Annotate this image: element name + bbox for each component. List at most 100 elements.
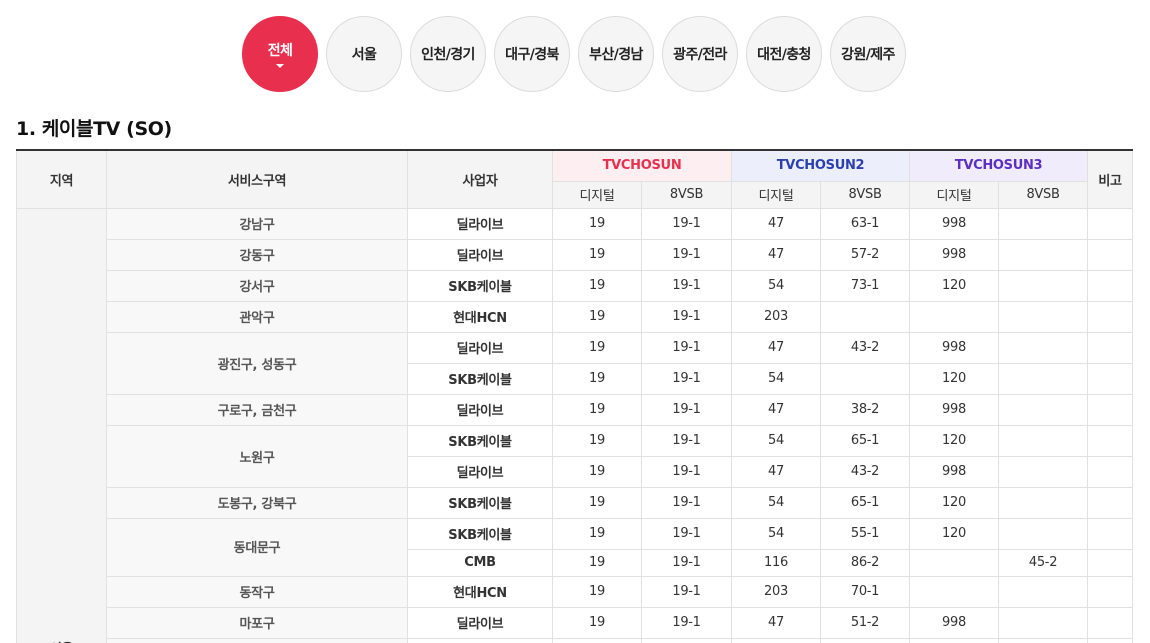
note-cell [1087, 548, 1134, 577]
operator-cell: SKB케이블 [407, 517, 553, 550]
note-cell [1087, 300, 1134, 333]
service-area-cell: 관악구 [106, 300, 408, 333]
header-note: 비고 [1087, 149, 1134, 209]
header-8vsb: 8VSB [641, 180, 732, 209]
tvchosun3-digital-cell: 998 [909, 606, 1000, 639]
region-tab-label: 서울 [351, 47, 377, 63]
table-row: 관악구 현대HCN 19 19-1 203 [17, 300, 1134, 333]
table-row: 동작구 현대HCN 19 19-1 203 70-1 [17, 575, 1134, 608]
table-row: 동대문구 SKB케이블 19 19-1 54 55-1 120 [17, 517, 1134, 577]
tvchosun2-8vsb-cell: 43-2 [819, 455, 911, 488]
note-cell [1087, 637, 1134, 643]
header-digital: 디지털 [552, 180, 642, 209]
operator-cell: SKB케이블 [407, 486, 553, 519]
tvchosun2-digital-cell: 54 [731, 486, 821, 519]
tvchosun3-8vsb-cell [998, 517, 1089, 550]
tvchosun3-digital-cell: 120 [909, 517, 1000, 550]
tvchosun2-digital-cell: 203 [731, 575, 821, 608]
tvchosun2-digital-cell [731, 637, 821, 643]
table-row: 강서구 SKB케이블 19 19-1 54 73-1 120 [17, 269, 1134, 302]
operator-cell [407, 637, 553, 643]
tvchosun3-digital-cell: 120 [909, 269, 1000, 302]
operator-cell: 딜라이브 [407, 393, 553, 426]
region-tab-gwangju-jeolla[interactable]: 광주/전라 [662, 16, 738, 92]
tvchosun3-8vsb-cell [998, 362, 1089, 395]
tvchosun3-digital-cell [909, 300, 1000, 333]
operator-cell: 딜라이브 [407, 207, 553, 240]
service-area-cell: 마포구 [106, 606, 408, 639]
tvchosun-digital-cell: 19 [552, 548, 642, 577]
tvchosun-digital-cell: 19 [552, 517, 642, 550]
table-row: 도봉구, 강북구 SKB케이블 19 19-1 54 65-1 120 [17, 486, 1134, 519]
region-tab-all[interactable]: 전체 [242, 16, 318, 92]
header-tvchosun3: TVCHOSUN3 [909, 149, 1089, 182]
note-cell [1087, 207, 1134, 240]
region-tab-seoul[interactable]: 서울 [326, 16, 402, 92]
note-cell [1087, 238, 1134, 271]
tvchosun3-digital-cell [909, 548, 1000, 577]
service-area-cell: 동대문구 [106, 517, 408, 577]
tvchosun2-8vsb-cell [819, 637, 911, 643]
tvchosun-digital-cell: 19 [552, 331, 642, 364]
tvchosun3-digital-cell: 120 [909, 486, 1000, 519]
service-area-cell: 구로구, 금천구 [106, 393, 408, 426]
service-area-cell: 강서구 [106, 269, 408, 302]
tvchosun2-8vsb-cell: 65-1 [819, 486, 911, 519]
region-tab-gangwon-jeju[interactable]: 강원/제주 [830, 16, 906, 92]
tvchosun-digital-cell [552, 637, 642, 643]
tvchosun-digital-cell: 19 [552, 455, 642, 488]
header-tvchosun2: TVCHOSUN2 [730, 149, 911, 182]
service-area-cell: 노원구 [106, 424, 408, 488]
tvchosun-8vsb-cell: 19-1 [641, 517, 732, 550]
tvchosun3-8vsb-cell [998, 606, 1089, 639]
service-area-cell: 광진구, 성동구 [106, 331, 408, 395]
tvchosun3-digital-cell: 998 [909, 331, 1000, 364]
operator-cell: SKB케이블 [407, 362, 553, 395]
tvchosun-8vsb-cell: 19-1 [641, 207, 732, 240]
tvchosun-8vsb-cell: 19-1 [641, 548, 732, 577]
table-row: 강동구 딜라이브 19 19-1 47 57-2 998 [17, 238, 1134, 271]
region-tab-incheon-gyeonggi[interactable]: 인천/경기 [410, 16, 486, 92]
tvchosun2-digital-cell: 54 [731, 517, 821, 550]
tvchosun2-digital-cell: 116 [731, 548, 821, 577]
region-tab-label: 대구/경북 [505, 47, 559, 63]
service-area-cell: 강동구 [106, 238, 408, 271]
tvchosun3-digital-cell: 120 [909, 362, 1000, 395]
operator-cell: SKB케이블 [407, 269, 553, 302]
tvchosun-8vsb-cell [641, 637, 732, 643]
operator-cell: 딜라이브 [407, 455, 553, 488]
tvchosun2-digital-cell: 203 [731, 300, 821, 333]
tvchosun3-8vsb-cell [998, 393, 1089, 426]
tvchosun-digital-cell: 19 [552, 424, 642, 457]
tvchosun2-8vsb-cell: 55-1 [819, 517, 911, 550]
service-area-cell: 도봉구, 강북구 [106, 486, 408, 519]
tvchosun2-digital-cell: 47 [731, 238, 821, 271]
tvchosun3-digital-cell: 998 [909, 455, 1000, 488]
tvchosun-8vsb-cell: 19-1 [641, 300, 732, 333]
header-service-area: 서비스구역 [106, 149, 408, 209]
table-row: 마포구 딜라이브 19 19-1 47 51-2 998 [17, 606, 1134, 639]
note-cell [1087, 393, 1134, 426]
region-tab-label: 부산/경남 [589, 47, 643, 63]
header-operator: 사업자 [407, 149, 553, 209]
region-tab-label: 광주/전라 [673, 47, 727, 63]
tvchosun-digital-cell: 19 [552, 606, 642, 639]
operator-cell: 현대HCN [407, 575, 553, 608]
tvchosun-8vsb-cell: 19-1 [641, 424, 732, 457]
service-area-cell: 동작구 [106, 575, 408, 608]
region-tab-label: 인천/경기 [421, 47, 475, 63]
table-row: 구로구, 금천구 딜라이브 19 19-1 47 38-2 998 [17, 393, 1134, 426]
header-region: 지역 [16, 149, 107, 209]
region-tab-daejeon-chungcheong[interactable]: 대전/충청 [746, 16, 822, 92]
region-tab-busan-gyeongnam[interactable]: 부산/경남 [578, 16, 654, 92]
region-tab-daegu-gyeongbuk[interactable]: 대구/경북 [494, 16, 570, 92]
tvchosun3-8vsb-cell [998, 575, 1089, 608]
tvchosun3-8vsb-cell [998, 455, 1089, 488]
tvchosun3-8vsb-cell [998, 238, 1089, 271]
note-cell [1087, 362, 1134, 395]
tvchosun2-digital-cell: 47 [731, 455, 821, 488]
tvchosun3-digital-cell: 998 [909, 207, 1000, 240]
tvchosun3-digital-cell: 120 [909, 424, 1000, 457]
region-tab-label: 대전/충청 [757, 47, 811, 63]
tvchosun2-digital-cell: 47 [731, 331, 821, 364]
